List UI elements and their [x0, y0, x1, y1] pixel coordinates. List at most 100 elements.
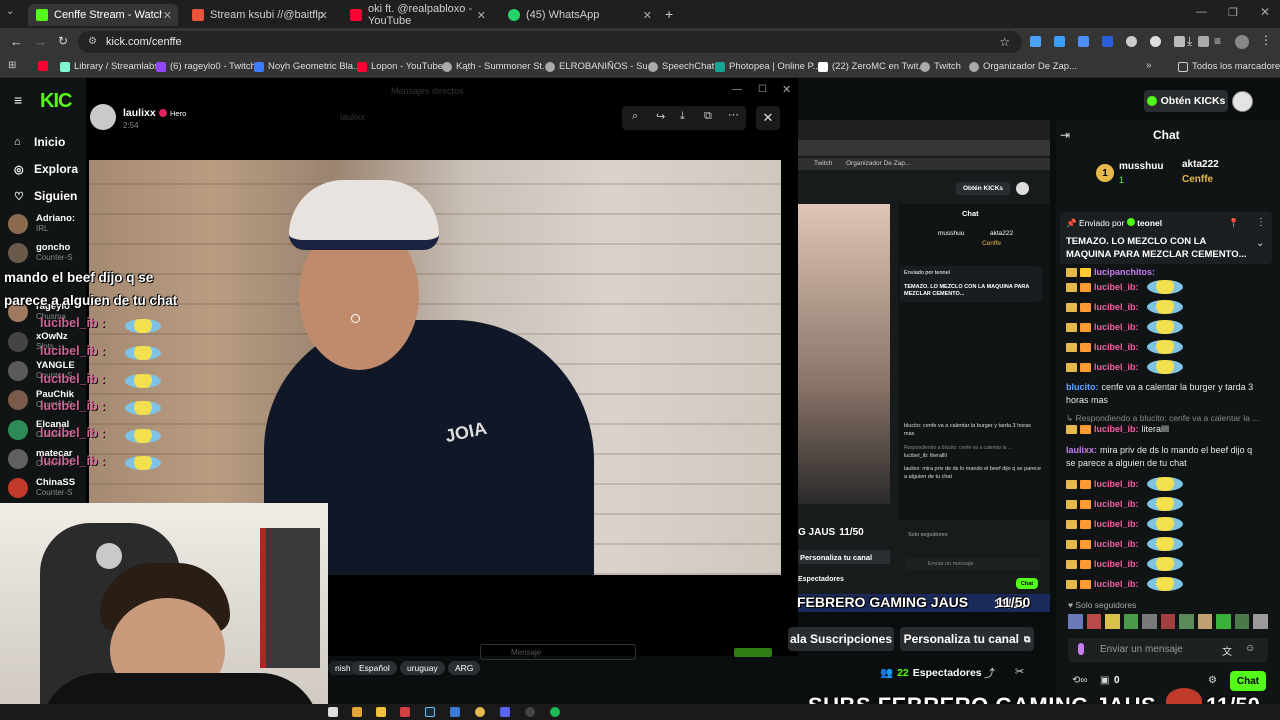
taskbar-app-icon[interactable] — [352, 707, 362, 717]
embed-avatar[interactable] — [1016, 182, 1029, 195]
close-icon[interactable]: ✕ — [643, 9, 652, 22]
translate-icon[interactable]: 文 — [1222, 643, 1232, 658]
taskbar-app-icon[interactable] — [400, 707, 410, 717]
close-viewer-button[interactable]: ✕ — [756, 106, 780, 130]
tab-cenffe[interactable]: Cenffe Stream - Watch Live on K ✕ — [28, 4, 178, 26]
personalize-channel-button[interactable]: Personaliza tu canal ⧉ — [900, 627, 1034, 651]
send-button-bg[interactable] — [734, 648, 772, 657]
url-input[interactable]: ⚙ kick.com/cenffe ☆ — [78, 31, 1022, 53]
collapse-chat-icon[interactable]: ⇥ — [1060, 128, 1070, 142]
bookmark-lopon[interactable]: Lopon - YouTube — [357, 61, 443, 72]
chat-message: lucibel_ib: — [1066, 360, 1183, 374]
back-icon[interactable]: ← — [10, 34, 23, 49]
menu-icon[interactable]: ≡ — [1214, 34, 1221, 48]
bookmark-zeromc[interactable]: (22) ZeroMC en Twit... — [818, 61, 926, 72]
extension-icons[interactable] — [1030, 36, 1209, 47]
new-tab-button[interactable]: + — [665, 6, 673, 22]
site-info-icon[interactable]: ⚙ — [88, 36, 97, 47]
tab-youtube[interactable]: oki ft. @realpabloxo - YouTube ✕ — [342, 3, 492, 27]
message-input-bg[interactable]: Mensaje — [480, 644, 636, 660]
bookmark-streamlabs[interactable]: Library / Streamlabs — [60, 61, 159, 72]
nav-following[interactable]: ♡ Siguien — [14, 189, 77, 203]
maximize-button[interactable]: ❐ — [1228, 6, 1238, 19]
close-icon[interactable]: ✕ — [319, 9, 328, 22]
apps-grid-icon[interactable]: ⊞ — [8, 60, 16, 71]
subscriptions-button[interactable]: ala Suscripciones — [788, 627, 894, 651]
tab-search-icon[interactable]: ⌄ — [6, 6, 22, 22]
more-icon[interactable]: ⋮ — [1260, 33, 1272, 47]
spotify-icon[interactable] — [550, 707, 560, 717]
taskbar-app-icon[interactable] — [450, 707, 460, 717]
kick-logo[interactable]: KIC — [40, 90, 72, 113]
clip-icon[interactable]: ✂ — [1015, 665, 1024, 678]
nav-explore[interactable]: ◎ Explora — [14, 162, 78, 176]
discord-icon[interactable] — [500, 707, 510, 717]
bookmark-twitch[interactable]: Twitch — [920, 61, 961, 72]
stream-tag[interactable]: Español — [352, 661, 397, 675]
nav-home[interactable]: ⌂ Inicio — [14, 135, 65, 149]
window-maximize-icon[interactable]: ☐ — [758, 84, 767, 95]
bookmark-organizador[interactable]: Organizador De Zap... — [969, 61, 1077, 72]
window-close-button[interactable]: ✕ — [1260, 5, 1270, 19]
bookmark-kath[interactable]: Kąth - Summoner St... — [442, 61, 550, 72]
sidebar-channel[interactable]: goncho Counter-S — [8, 243, 72, 263]
window-close-icon[interactable]: ✕ — [782, 83, 791, 96]
bookmark-star-icon[interactable]: ☆ — [999, 35, 1010, 49]
embed-personalize[interactable]: Personaliza tu canal — [798, 550, 890, 564]
open-external-icon[interactable]: ⧉ — [704, 110, 712, 123]
gifter-name[interactable]: akta222 — [1182, 159, 1219, 170]
taskbar-app-icon[interactable] — [328, 707, 338, 717]
tab-ksubi[interactable]: Stream ksubi //@baitflp ✕ — [184, 4, 334, 26]
user-avatar[interactable] — [1232, 91, 1253, 112]
more-options-icon[interactable]: ⋯ — [728, 108, 739, 121]
chat-send-button[interactable]: Chat — [1230, 671, 1266, 691]
expand-pinned-icon[interactable]: ⌄ — [1256, 238, 1264, 249]
bookmarks-overflow-icon[interactable]: » — [1146, 60, 1152, 71]
bookmark-youtube[interactable] — [38, 61, 52, 71]
forward-icon[interactable]: → — [34, 34, 47, 49]
unpin-icon[interactable]: 📍 — [1228, 218, 1239, 229]
stream-tag[interactable]: ARG — [448, 661, 481, 675]
sidebar-channel[interactable]: Adriano: IRL — [8, 214, 75, 234]
wallet-icon[interactable]: ▣ — [1100, 675, 1109, 686]
obs-icon[interactable] — [525, 707, 535, 717]
all-bookmarks[interactable]: Todos los marcadores — [1178, 61, 1280, 72]
folder-icon[interactable] — [376, 707, 386, 717]
pinned-more-icon[interactable]: ⋮ — [1256, 217, 1266, 228]
sidebar-channel[interactable]: ChinaSS Counter-S — [8, 478, 75, 498]
bookmark-elrobaninos[interactable]: ELROBANIÑOS - Su... — [545, 61, 656, 72]
gifter-name[interactable]: Cenffe — [1182, 174, 1213, 185]
minimize-button[interactable]: — — [1196, 6, 1207, 18]
bookmark-photopea[interactable]: Photopea | Online P... — [715, 61, 821, 72]
embed-get-kicks[interactable]: Obtén KICKs — [956, 182, 1010, 195]
embed-send-button[interactable]: Chat — [1016, 578, 1038, 589]
bookmark-noyh[interactable]: Noyh Geometric Bla... — [254, 61, 361, 72]
download-icon[interactable]: ⤓ — [680, 110, 685, 123]
emoji-icon[interactable]: ☺ — [1245, 643, 1255, 654]
download-icon[interactable]: ⤓ — [1187, 34, 1192, 49]
bookmark-twitch-rageylo[interactable]: (6) rageylo0 - Twitch — [156, 61, 256, 72]
gifter-name[interactable]: musshuu — [1119, 161, 1163, 172]
bookmark-speechchat[interactable]: SpeechChat — [648, 61, 714, 72]
embed-chat-input[interactable]: Enviar un mensaje — [906, 558, 1040, 570]
reload-icon[interactable]: ↻ — [58, 34, 68, 48]
webcam-overlay — [0, 503, 328, 720]
emote-bar[interactable] — [1068, 614, 1269, 632]
chrome-icon[interactable] — [475, 707, 485, 717]
mic-icon[interactable] — [1078, 643, 1084, 655]
hamburger-icon[interactable]: ≡ — [14, 92, 22, 108]
channel-points-icon[interactable]: ⟲∞ — [1072, 675, 1088, 686]
embed-chat-line: lucibel_ib: literallll — [904, 453, 947, 459]
window-minimize-icon[interactable]: — — [732, 84, 742, 95]
steam-icon[interactable] — [425, 707, 435, 717]
share-icon[interactable]: ⤴ — [984, 665, 995, 681]
close-icon[interactable]: ✕ — [477, 9, 486, 22]
forward-share-icon[interactable]: ↪ — [656, 110, 665, 123]
tab-whatsapp[interactable]: (45) WhatsApp ✕ — [500, 4, 658, 26]
chat-settings-icon[interactable]: ⚙ — [1208, 675, 1217, 686]
close-icon[interactable]: ✕ — [163, 9, 172, 22]
profile-avatar[interactable] — [1235, 35, 1249, 49]
stream-tag[interactable]: uruguay — [400, 661, 445, 675]
zoom-icon[interactable]: ⌕ — [632, 110, 638, 123]
get-kicks-button[interactable]: Obtén KICKs — [1144, 90, 1228, 112]
